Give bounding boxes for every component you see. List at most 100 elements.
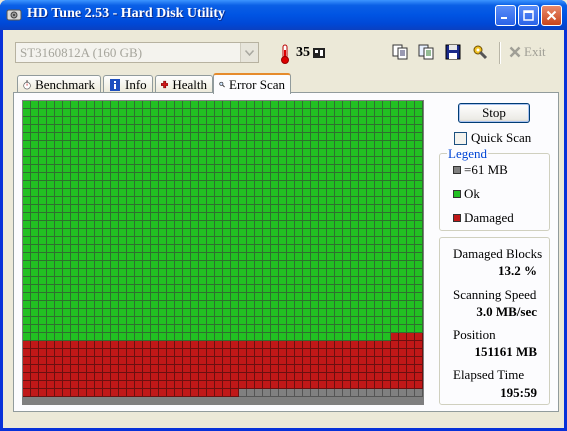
- scan-block: [311, 269, 319, 277]
- scan-block: [63, 365, 71, 373]
- options-icon[interactable]: [471, 43, 489, 61]
- scan-block: [167, 181, 175, 189]
- scan-block: [375, 365, 383, 373]
- scan-block: [183, 237, 191, 245]
- scan-block: [207, 389, 215, 397]
- tab-error-scan[interactable]: Error Scan: [213, 73, 291, 94]
- scan-block: [127, 165, 135, 173]
- scan-block: [239, 309, 247, 317]
- scan-block: [239, 357, 247, 365]
- scan-block: [295, 221, 303, 229]
- scan-block: [231, 229, 239, 237]
- scan-block: [399, 277, 407, 285]
- scan-block: [159, 205, 167, 213]
- scan-block: [191, 317, 199, 325]
- scan-block: [207, 365, 215, 373]
- tab-health[interactable]: Health: [155, 75, 213, 93]
- minimize-button[interactable]: [495, 5, 516, 26]
- scan-block: [319, 181, 327, 189]
- copy-all-icon[interactable]: [417, 43, 435, 61]
- scan-block: [327, 101, 335, 109]
- exit-button[interactable]: Exit: [509, 43, 546, 61]
- scan-block: [207, 309, 215, 317]
- scan-block: [327, 141, 335, 149]
- scan-block: [175, 325, 183, 333]
- scan-block: [143, 221, 151, 229]
- hdtune-app-icon: [6, 9, 22, 21]
- scan-block: [223, 373, 231, 381]
- save-icon[interactable]: [444, 43, 462, 61]
- scan-block: [47, 109, 55, 117]
- scan-block: [295, 285, 303, 293]
- scan-block: [87, 373, 95, 381]
- scan-block: [247, 101, 255, 109]
- scan-block: [183, 357, 191, 365]
- scan-block: [263, 125, 271, 133]
- scan-block: [359, 125, 367, 133]
- dropdown-arrow[interactable]: [240, 43, 258, 62]
- maximize-button[interactable]: [518, 5, 539, 26]
- scan-block: [351, 157, 359, 165]
- scan-block: [199, 317, 207, 325]
- temperature-unit-icon[interactable]: [313, 47, 325, 59]
- scan-block: [71, 309, 79, 317]
- copy-icon[interactable]: [391, 43, 409, 61]
- scan-block: [335, 205, 343, 213]
- scan-block: [207, 197, 215, 205]
- scan-block: [31, 381, 39, 389]
- stop-button[interactable]: Stop: [458, 103, 530, 123]
- scan-block: [391, 181, 399, 189]
- scan-block: [71, 205, 79, 213]
- scan-block: [207, 333, 215, 341]
- scan-block: [263, 373, 271, 381]
- scan-block: [407, 381, 415, 389]
- scan-block: [263, 349, 271, 357]
- minimize-icon: [501, 17, 507, 19]
- scan-block: [143, 125, 151, 133]
- scan-block: [79, 269, 87, 277]
- scan-block: [239, 109, 247, 117]
- scan-block: [167, 269, 175, 277]
- scan-block: [335, 293, 343, 301]
- scan-block: [207, 237, 215, 245]
- scan-block: [39, 173, 47, 181]
- scan-block: [351, 221, 359, 229]
- scan-block: [135, 229, 143, 237]
- scan-block: [111, 253, 119, 261]
- tab-info[interactable]: Info: [103, 75, 153, 93]
- scan-block: [391, 141, 399, 149]
- scan-block: [31, 237, 39, 245]
- scan-block: [399, 317, 407, 325]
- scan-block: [71, 341, 79, 349]
- scan-block: [351, 237, 359, 245]
- scan-block: [271, 253, 279, 261]
- scan-block: [295, 125, 303, 133]
- scan-block: [319, 285, 327, 293]
- scan-block: [263, 269, 271, 277]
- scan-block: [231, 141, 239, 149]
- scan-block: [167, 277, 175, 285]
- quick-scan-checkbox[interactable]: [454, 131, 467, 145]
- tab-benchmark[interactable]: Benchmark: [17, 75, 101, 93]
- scan-block: [303, 253, 311, 261]
- scan-block: [247, 357, 255, 365]
- scan-block: [215, 229, 223, 237]
- scan-block: [351, 341, 359, 349]
- scan-block: [47, 293, 55, 301]
- scan-block: [327, 381, 335, 389]
- scan-block: [215, 213, 223, 221]
- scan-block: [351, 389, 359, 397]
- scan-block: [31, 181, 39, 189]
- scan-block: [407, 165, 415, 173]
- close-button[interactable]: [541, 5, 562, 26]
- scan-block: [335, 181, 343, 189]
- quick-scan-toggle[interactable]: Quick Scan: [454, 130, 531, 146]
- scan-block: [295, 197, 303, 205]
- scan-block: [135, 253, 143, 261]
- title-bar[interactable]: HD Tune 2.53 - Hard Disk Utility: [0, 0, 567, 30]
- scan-block: [103, 341, 111, 349]
- drive-select[interactable]: ST3160812A (160 GB): [15, 42, 259, 63]
- scan-block: [191, 373, 199, 381]
- scan-block: [311, 285, 319, 293]
- scan-block: [399, 197, 407, 205]
